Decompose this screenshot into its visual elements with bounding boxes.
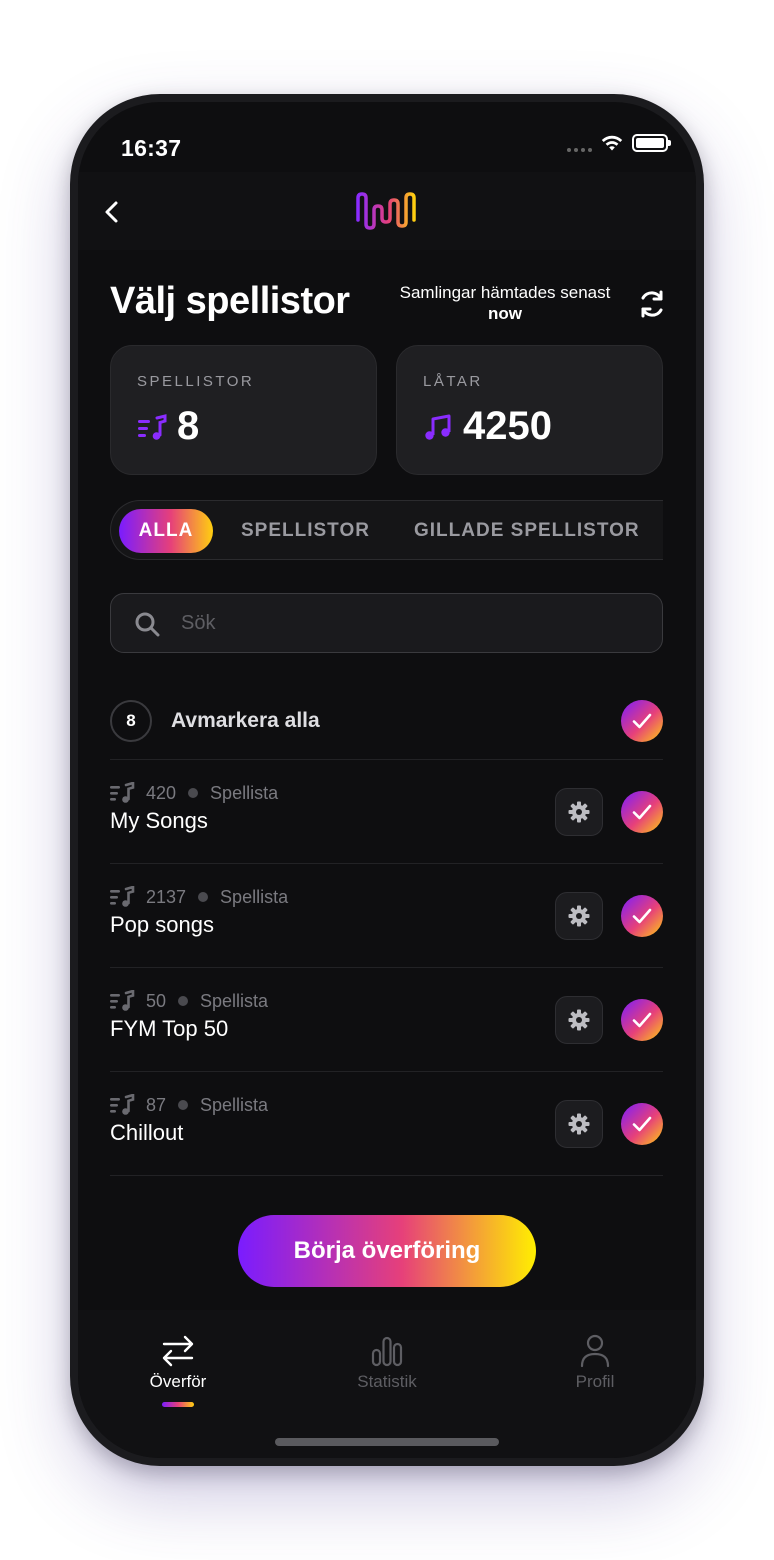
bar-chart-icon xyxy=(371,1336,403,1367)
nav-label-statistik: Statistik xyxy=(357,1372,417,1391)
playlist-type: Spellista xyxy=(200,990,269,1011)
selected-count-badge: 8 xyxy=(110,700,152,742)
nav-item-overfor[interactable]: Överför xyxy=(108,1330,248,1407)
last-fetched-info: Samlingar hämtades senast now xyxy=(380,282,630,324)
active-tab-indicator xyxy=(162,1402,194,1407)
gear-icon xyxy=(568,905,590,927)
checkmark-icon xyxy=(632,713,652,729)
status-icons xyxy=(567,134,671,152)
playlist-track-count: 420 xyxy=(146,782,177,803)
playlist-checkbox[interactable] xyxy=(621,1103,663,1145)
playlist-icon xyxy=(110,1094,135,1115)
playlist-meta: 87 Spellista xyxy=(110,1094,268,1116)
playlist-name: My Songs xyxy=(110,808,208,833)
wifi-icon xyxy=(601,135,623,151)
playlist-track-count: 87 xyxy=(146,1094,167,1115)
separator-dot xyxy=(198,892,209,902)
playlist-track-count: 2137 xyxy=(146,886,187,907)
battery-icon xyxy=(632,134,671,152)
playlist-checkbox[interactable] xyxy=(621,999,663,1041)
last-fetched-value: now xyxy=(488,304,522,323)
nav-label-overfor: Överför xyxy=(149,1372,207,1391)
nav-header xyxy=(78,172,696,250)
checkmark-icon xyxy=(632,1012,652,1028)
waveform-logo-icon xyxy=(356,192,416,230)
gear-icon xyxy=(568,1009,590,1031)
search-input[interactable] xyxy=(181,594,641,652)
playlist-icon xyxy=(138,414,167,440)
gear-icon xyxy=(568,1113,590,1135)
playlist-type: Spellista xyxy=(200,1094,269,1115)
playlist-row[interactable]: 50 Spellista FYM Top 50 xyxy=(110,968,663,1072)
tab-spellistor[interactable]: SPELLISTOR xyxy=(241,509,370,553)
music-note-icon xyxy=(425,414,451,440)
back-chevron-icon[interactable] xyxy=(94,194,130,230)
select-all-checkbox[interactable] xyxy=(621,700,663,742)
start-transfer-button[interactable]: Börja överföring xyxy=(238,1215,536,1287)
separator-dot xyxy=(178,996,189,1006)
tab-gillade-spellistor[interactable]: GILLADE SPELLISTOR xyxy=(414,509,640,553)
playlist-track-count: 50 xyxy=(146,990,167,1011)
home-indicator[interactable] xyxy=(275,1438,499,1446)
tab-alla[interactable]: ALLA xyxy=(119,509,213,553)
playlist-type: Spellista xyxy=(210,782,279,803)
separator-dot xyxy=(188,788,199,798)
checkmark-icon xyxy=(632,908,652,924)
playlist-type: Spellista xyxy=(220,886,289,907)
nav-label-profil: Profil xyxy=(575,1372,615,1391)
playlist-meta: 2137 Spellista xyxy=(110,886,288,908)
playlist-meta: 420 Spellista xyxy=(110,782,278,804)
playlist-icon xyxy=(110,886,135,907)
playlists-stat-label: SPELLISTOR xyxy=(137,373,255,390)
deselect-all-row: 8 Avmarkera alla xyxy=(110,700,663,760)
last-fetched-label: Samlingar hämtades senast xyxy=(399,283,611,302)
playlist-name: Pop songs xyxy=(110,912,214,937)
refresh-icon[interactable] xyxy=(634,286,670,322)
playlists-stat-card: SPELLISTOR 8 xyxy=(110,345,377,475)
playlists-stat-value: 8 xyxy=(177,404,200,448)
tracks-stat-value: 4250 xyxy=(463,404,552,448)
tracks-stat-card: LÅTAR 4250 xyxy=(396,345,663,475)
checkmark-icon xyxy=(632,1116,652,1132)
playlist-settings-button[interactable] xyxy=(555,788,603,836)
playlist-row[interactable]: 420 Spellista My Songs xyxy=(110,760,663,864)
playlist-row[interactable]: 2137 Spellista Pop songs xyxy=(110,864,663,968)
playlist-settings-button[interactable] xyxy=(555,1100,603,1148)
person-icon xyxy=(580,1334,610,1368)
playlist-icon xyxy=(110,990,135,1011)
playlist-meta: 50 Spellista xyxy=(110,990,268,1012)
nav-item-profil[interactable]: Profil xyxy=(525,1330,665,1392)
playlist-name: Chillout xyxy=(110,1120,184,1145)
playlist-settings-button[interactable] xyxy=(555,892,603,940)
search-field xyxy=(110,593,663,653)
app-screen: 16:37 Välj spellistor Samlingar hämtades… xyxy=(78,102,696,1458)
playlist-icon xyxy=(110,782,135,803)
nav-item-statistik[interactable]: Statistik xyxy=(317,1330,457,1392)
gear-icon xyxy=(568,801,590,823)
phone-frame: 16:37 Välj spellistor Samlingar hämtades… xyxy=(70,94,704,1466)
status-time: 16:37 xyxy=(121,135,182,161)
playlist-settings-button[interactable] xyxy=(555,996,603,1044)
playlist-checkbox[interactable] xyxy=(621,791,663,833)
separator-dot xyxy=(178,1100,189,1110)
cellular-signal-icon xyxy=(567,134,592,152)
playlist-row[interactable]: 87 Spellista Chillout xyxy=(110,1072,663,1176)
playlist-name: FYM Top 50 xyxy=(110,1016,229,1041)
filter-tabs: ALLA SPELLISTOR GILLADE SPELLISTOR xyxy=(110,500,663,560)
checkmark-icon xyxy=(632,804,652,820)
deselect-all-label[interactable]: Avmarkera alla xyxy=(171,709,320,733)
page-title: Välj spellistor xyxy=(110,280,350,322)
playlist-checkbox[interactable] xyxy=(621,895,663,937)
search-icon xyxy=(135,612,160,637)
bottom-nav: Överför Statistik Profil xyxy=(78,1310,696,1458)
tracks-stat-label: LÅTAR xyxy=(423,373,483,390)
transfer-arrows-icon xyxy=(162,1335,194,1367)
